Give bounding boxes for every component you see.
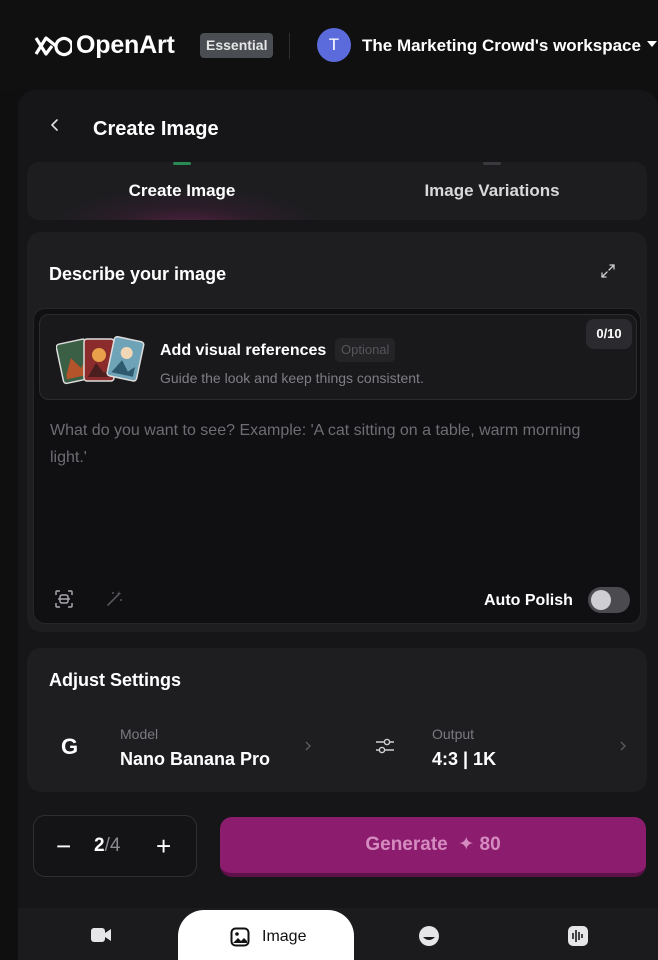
generate-label: Generate bbox=[365, 834, 448, 855]
visual-references-panel[interactable]: Add visual references Optional Guide the… bbox=[39, 314, 637, 400]
audio-icon[interactable] bbox=[567, 925, 589, 947]
model-value: Nano Banana Pro bbox=[120, 749, 271, 769]
tab-image-variations[interactable]: Image Variations bbox=[337, 162, 647, 220]
chevron-down-icon[interactable] bbox=[647, 41, 657, 47]
batch-count: 2/4 bbox=[94, 835, 120, 857]
output-value: 4:3 | 1K bbox=[432, 749, 497, 769]
prompt-editor: Add visual references Optional Guide the… bbox=[33, 308, 641, 624]
mode-tabs: Create Image Image Variations bbox=[27, 162, 647, 220]
references-title: Add visual references bbox=[160, 342, 327, 359]
batch-max: 4 bbox=[109, 835, 121, 856]
tab-label: Image Variations bbox=[424, 181, 560, 200]
create-image-panel: Create Image Create Image Image Variatio… bbox=[18, 90, 658, 910]
model-label: Model bbox=[120, 726, 159, 742]
page-title: Create Image bbox=[93, 118, 219, 140]
decrement-button[interactable]: − bbox=[56, 832, 71, 860]
openart-logo[interactable]: OpenArt bbox=[32, 31, 175, 60]
image-icon bbox=[230, 927, 250, 947]
brand-name: OpenArt bbox=[76, 31, 175, 59]
chevron-right-icon bbox=[620, 741, 626, 751]
references-subtitle: Guide the look and keep things consisten… bbox=[160, 370, 424, 386]
output-selector[interactable]: Output 4:3 | 1K bbox=[367, 722, 637, 772]
plan-badge: Essential bbox=[200, 33, 274, 58]
prompt-input[interactable]: What do you want to see? Example: 'A cat… bbox=[50, 417, 620, 477]
reference-thumbnails-icon bbox=[56, 335, 145, 385]
video-icon[interactable] bbox=[90, 926, 112, 944]
nav-image-label: Image bbox=[262, 928, 307, 945]
tab-create-image[interactable]: Create Image bbox=[27, 162, 337, 220]
increment-button[interactable]: + bbox=[156, 832, 171, 860]
nav-image-tab[interactable]: Image bbox=[178, 910, 354, 960]
back-chevron-icon[interactable] bbox=[48, 118, 62, 132]
output-label: Output bbox=[432, 726, 475, 742]
divider bbox=[289, 33, 290, 59]
references-count: 0/10 bbox=[586, 319, 632, 349]
google-icon: G bbox=[61, 734, 79, 759]
scan-icon[interactable] bbox=[54, 589, 74, 609]
settings-title: Adjust Settings bbox=[49, 670, 182, 690]
workspace-name[interactable]: The Marketing Crowd's workspace bbox=[362, 36, 641, 56]
infinity-logo-icon bbox=[34, 35, 72, 56]
face-icon[interactable] bbox=[418, 925, 440, 947]
tab-indicator bbox=[173, 162, 191, 165]
batch-current: 2 bbox=[94, 835, 105, 856]
auto-polish-toggle[interactable] bbox=[588, 587, 630, 613]
generate-credits: 80 bbox=[479, 834, 501, 855]
tab-indicator bbox=[483, 162, 501, 165]
workspace-avatar[interactable]: T bbox=[317, 28, 351, 62]
panel-header: Create Image bbox=[18, 90, 658, 160]
sliders-icon bbox=[376, 738, 394, 754]
optional-tag: Optional bbox=[335, 338, 396, 362]
magic-wand-icon[interactable] bbox=[104, 589, 124, 609]
describe-card: Describe your image Add visual reference… bbox=[27, 232, 647, 632]
settings-card: Adjust Settings G Model Nano Banana Pro … bbox=[27, 648, 647, 792]
generate-button[interactable]: Generate ✦ 80 bbox=[220, 817, 646, 877]
auto-polish-label: Auto Polish bbox=[484, 592, 573, 609]
bottom-nav: Image bbox=[18, 908, 658, 960]
chevron-right-icon bbox=[305, 741, 311, 751]
expand-icon[interactable] bbox=[599, 262, 617, 280]
describe-title: Describe your image bbox=[49, 264, 227, 284]
model-selector[interactable]: G Model Nano Banana Pro bbox=[49, 722, 319, 772]
toggle-knob bbox=[591, 590, 611, 610]
batch-stepper: − 2/4 + bbox=[33, 815, 197, 877]
top-bar: OpenArt Essential T The Marketing Crowd'… bbox=[0, 0, 658, 90]
tab-label: Create Image bbox=[128, 181, 236, 200]
sparkle-credits-icon: ✦ bbox=[453, 834, 475, 855]
